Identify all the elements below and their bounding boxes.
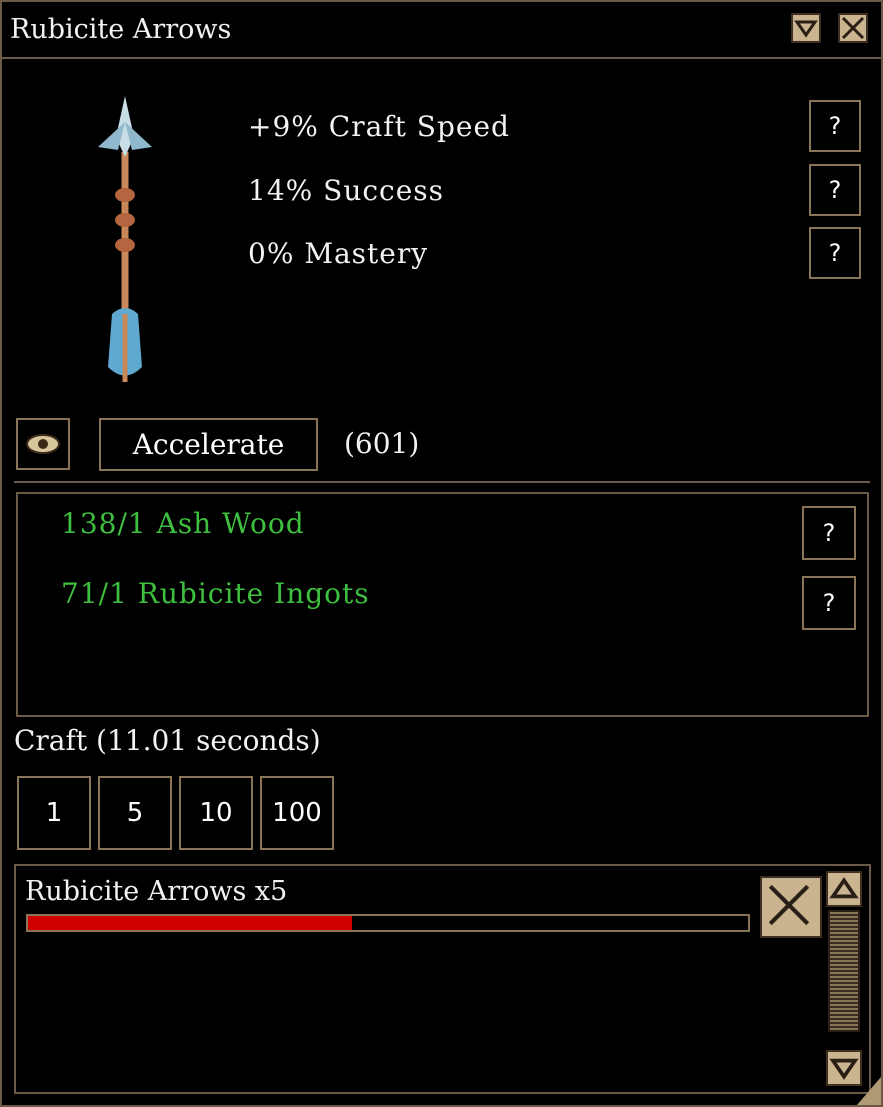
triangle-down-icon [794, 20, 818, 38]
scroll-up-button[interactable] [826, 871, 862, 907]
view-button[interactable] [16, 418, 70, 470]
mastery-help-button[interactable]: ? [809, 227, 861, 279]
close-icon [768, 884, 810, 926]
craft-speed-help-button[interactable]: ? [809, 100, 861, 152]
accelerate-count: (601) [344, 427, 420, 460]
craft-qty-10-button[interactable]: 10 [179, 776, 253, 850]
queue-item-name: Rubicite Arrows x5 [25, 876, 288, 907]
triangle-down-icon [829, 1058, 859, 1080]
arrow-item-icon [98, 96, 152, 382]
resource-ash-wood: 138/1 Ash Wood [61, 507, 305, 540]
title-bar[interactable]: Rubicite Arrows [2, 2, 881, 59]
divider [14, 481, 870, 483]
ash-wood-help-button[interactable]: ? [802, 506, 856, 560]
craft-qty-100-button[interactable]: 100 [260, 776, 334, 850]
craft-queue-panel: Rubicite Arrows x5 [14, 864, 871, 1094]
crafting-window: Rubicite Arrows +9% Craft Speed 14% Succ… [0, 0, 883, 1107]
resize-grip-icon[interactable] [857, 1077, 881, 1105]
success-help-button[interactable]: ? [809, 164, 861, 216]
craft-time-label: Craft (11.01 seconds) [14, 724, 321, 757]
mastery-stat: 0% Mastery [248, 237, 429, 270]
collapse-button[interactable] [791, 13, 821, 43]
cancel-queue-item-button[interactable] [760, 876, 822, 938]
resource-rubicite-ingots: 71/1 Rubicite Ingots [61, 577, 370, 610]
success-stat: 14% Success [248, 174, 445, 207]
rubicite-ingots-help-button[interactable]: ? [802, 576, 856, 630]
queue-item-progress-bar [26, 914, 750, 932]
eye-icon [26, 434, 60, 454]
close-icon [841, 16, 865, 40]
window-title: Rubicite Arrows [10, 14, 232, 45]
craft-qty-1-button[interactable]: 1 [17, 776, 91, 850]
scrollbar-thumb[interactable] [828, 910, 860, 1032]
accelerate-button[interactable]: Accelerate [99, 418, 318, 471]
resources-panel: 138/1 Ash Wood 71/1 Rubicite Ingots ? ? [16, 492, 869, 717]
triangle-up-icon [829, 877, 859, 899]
close-window-button[interactable] [838, 13, 868, 43]
progress-fill [28, 916, 352, 930]
craft-qty-5-button[interactable]: 5 [98, 776, 172, 850]
craft-speed-stat: +9% Craft Speed [248, 110, 510, 143]
